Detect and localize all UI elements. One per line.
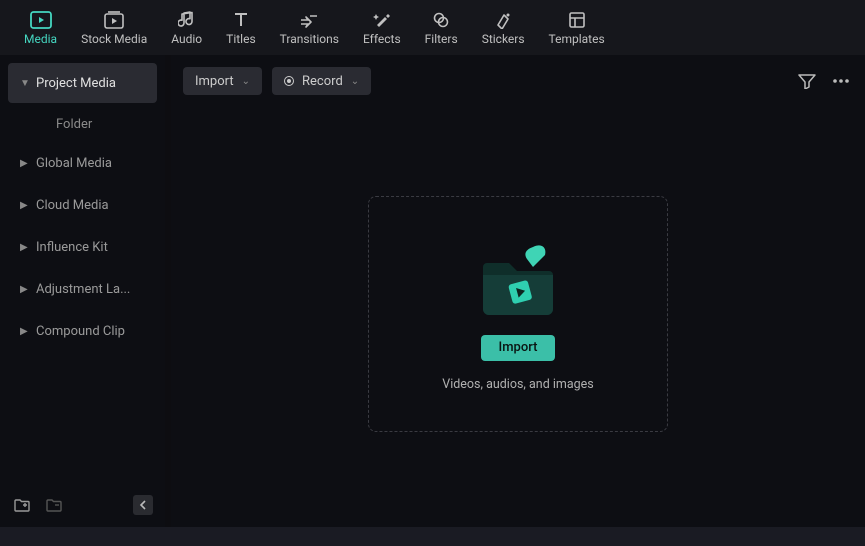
audio-icon [176,10,198,30]
nav-label: Templates [549,32,605,46]
chevron-right-icon: ▶ [20,284,28,295]
sidebar: ▼ Project Media Folder ▶ Global Media ▶ … [0,55,165,527]
chevron-right-icon: ▶ [20,326,28,337]
nav-transitions[interactable]: Transitions [280,10,339,46]
titles-icon [230,10,252,30]
nav-label: Stock Media [81,32,147,46]
sidebar-footer [8,491,157,519]
more-options-button[interactable] [829,69,853,93]
import-dropdown[interactable]: Import ⌄ [183,67,262,95]
sidebar-items: ▼ Project Media Folder ▶ Global Media ▶ … [8,63,157,491]
nav-label: Transitions [280,32,339,46]
chevron-down-icon: ⌄ [242,76,250,87]
sidebar-child-folder[interactable]: Folder [8,105,157,143]
top-nav: Media Stock Media Audio Titles Transitio… [0,0,865,55]
import-label: Import [195,74,234,89]
templates-icon [566,10,588,30]
media-icon [30,10,52,30]
effects-icon [371,10,393,30]
nav-effects[interactable]: Effects [363,10,401,46]
sidebar-item-label: Compound Clip [36,324,125,339]
nav-stock-media[interactable]: Stock Media [81,10,147,46]
nav-templates[interactable]: Templates [549,10,605,46]
new-folder-button[interactable] [12,495,32,515]
import-button[interactable]: Import [481,335,556,361]
sidebar-item-influence-kit[interactable]: ▶ Influence Kit [8,227,157,267]
nav-label: Filters [425,32,458,46]
nav-label: Stickers [482,32,525,46]
nav-label: Titles [226,32,255,46]
sidebar-item-label: Cloud Media [36,198,109,213]
chevron-right-icon: ▶ [20,158,28,169]
nav-filters[interactable]: Filters [425,10,458,46]
nav-stickers[interactable]: Stickers [482,10,525,46]
chevron-right-icon: ▶ [20,200,28,211]
sidebar-item-compound-clip[interactable]: ▶ Compound Clip [8,311,157,351]
filters-icon [430,10,452,30]
record-dropdown[interactable]: Record ⌄ [272,67,371,95]
nav-titles[interactable]: Titles [226,10,255,46]
sidebar-item-cloud-media[interactable]: ▶ Cloud Media [8,185,157,225]
sidebar-item-adjustment-layer[interactable]: ▶ Adjustment La... [8,269,157,309]
sidebar-child-label: Folder [56,117,92,132]
sidebar-item-label: Influence Kit [36,240,108,255]
stickers-icon [492,10,514,30]
chevron-down-icon: ▼ [20,78,28,89]
chevron-right-icon: ▶ [20,242,28,253]
sidebar-item-global-media[interactable]: ▶ Global Media [8,143,157,183]
nav-label: Effects [363,32,401,46]
content-panel: Import ⌄ Record ⌄ [171,55,865,527]
chevron-down-icon: ⌄ [351,76,359,87]
sidebar-item-label: Global Media [36,156,112,171]
nav-media[interactable]: Media [24,10,57,46]
import-dropzone[interactable]: Import Videos, audios, and images [368,196,668,432]
bottom-strip [0,527,865,546]
collapse-sidebar-button[interactable] [133,495,153,515]
nav-label: Media [24,32,57,46]
nav-audio[interactable]: Audio [171,10,202,46]
content-toolbar: Import ⌄ Record ⌄ [171,61,865,101]
filter-button[interactable] [795,69,819,93]
sidebar-item-project-media[interactable]: ▼ Project Media [8,63,157,103]
record-icon [284,76,294,86]
transitions-icon [298,10,320,30]
import-button-label: Import [499,340,538,355]
sidebar-item-label: Project Media [36,76,116,91]
delete-folder-button[interactable] [44,495,64,515]
stock-media-icon [103,10,125,30]
folder-illustration-icon [473,237,563,323]
content-body: Import Videos, audios, and images [171,101,865,527]
sidebar-item-label: Adjustment La... [36,282,130,297]
record-label: Record [302,74,343,89]
dropzone-hint: Videos, audios, and images [442,377,594,392]
main: ▼ Project Media Folder ▶ Global Media ▶ … [0,55,865,527]
nav-label: Audio [171,32,202,46]
